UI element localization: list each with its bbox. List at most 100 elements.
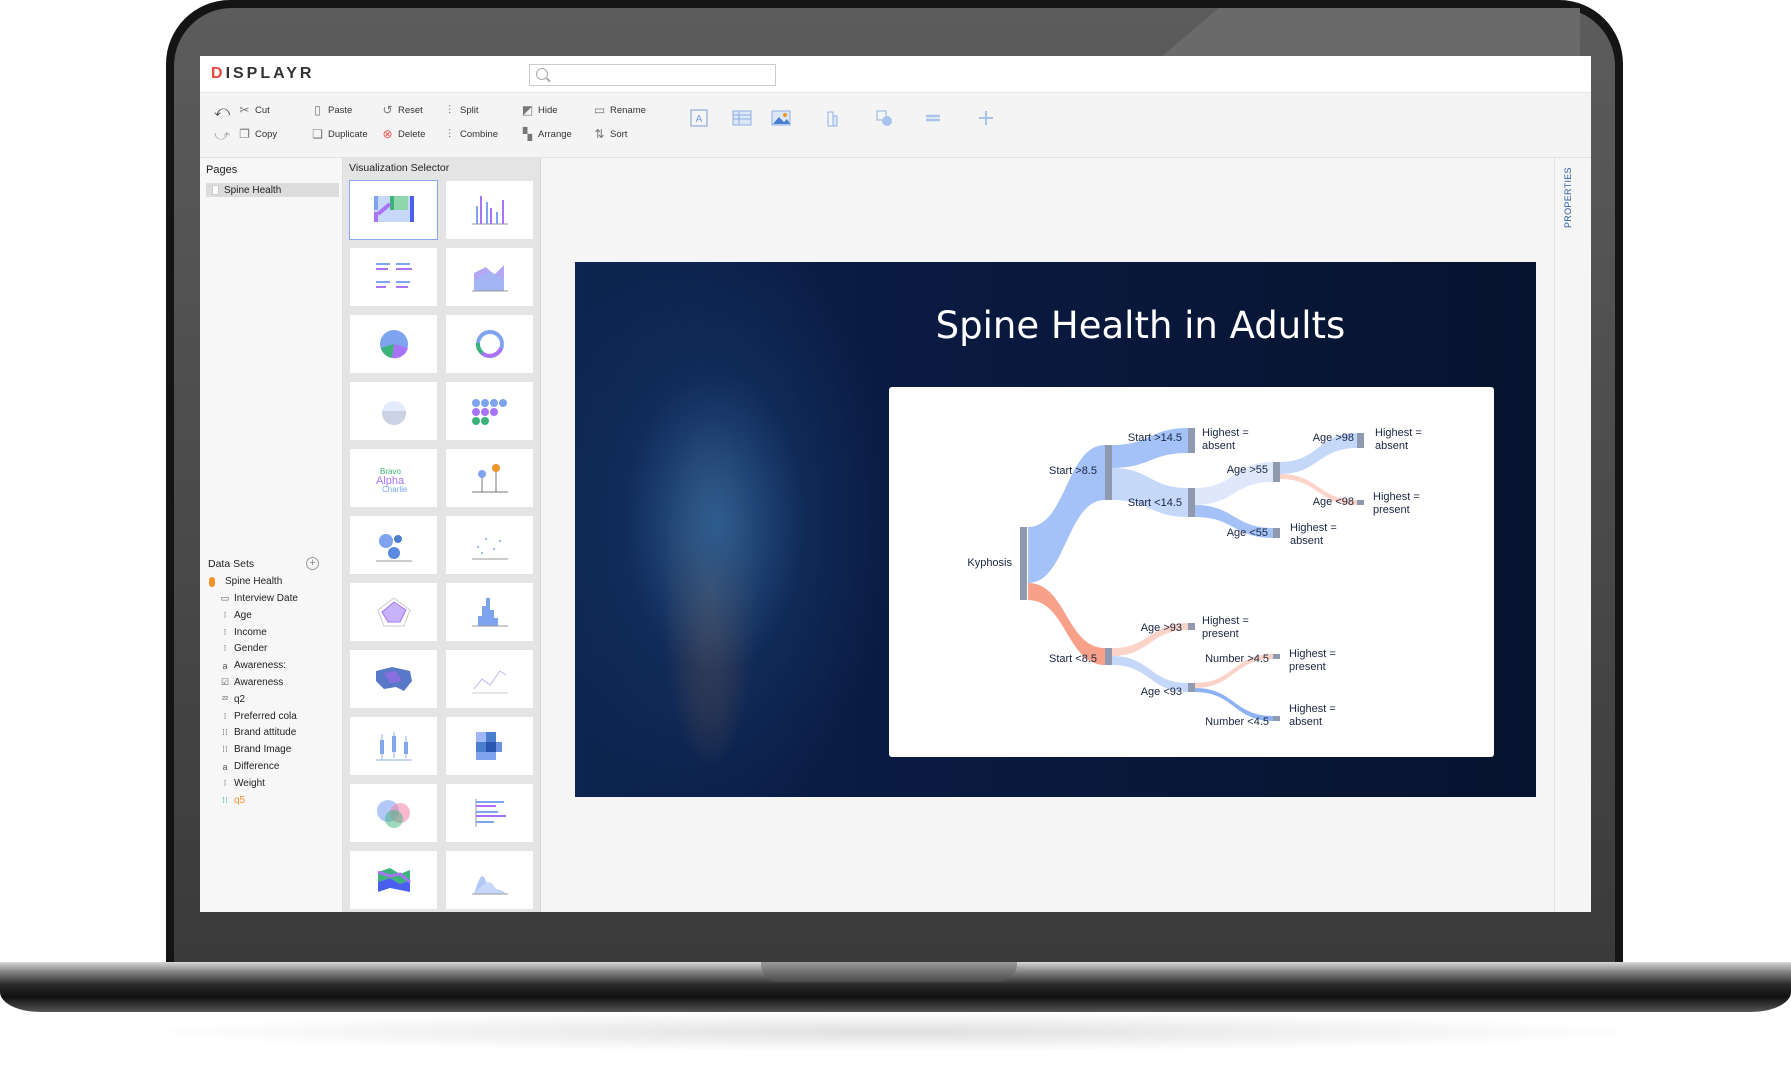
viz-thumb-dot-pictograph[interactable] (446, 382, 533, 440)
variable-item[interactable]: ⁝ Gender (220, 643, 268, 655)
viz-thumb-histogram[interactable] (446, 583, 533, 641)
line-icon[interactable] (922, 109, 944, 127)
button-label: Rename (610, 104, 646, 116)
variable-item[interactable]: ⁝ Preferred cola (220, 711, 297, 722)
viz-thumb-venn[interactable] (350, 784, 437, 842)
arrange-button[interactable]: ▚ Arrange (521, 127, 572, 141)
variable-item[interactable]: ⁝ Income (220, 627, 267, 638)
sankey-leaf-label: present (1289, 661, 1326, 673)
paste-icon: ▯ (314, 103, 321, 117)
viz-thumb-line[interactable] (446, 650, 533, 708)
sankey-leaf-label: absent (1290, 535, 1323, 547)
viz-thumb-pie[interactable] (350, 315, 437, 373)
single-select-icon: ⁝ (223, 626, 227, 637)
combine-icon: ⫶ (447, 127, 451, 141)
slide[interactable]: Spine Health in Adults Kyphosis Start >8.… (575, 262, 1536, 797)
bezel-glare (1160, 8, 1580, 58)
table-icon[interactable] (731, 109, 753, 127)
hide-button[interactable]: ◩ Hide (521, 103, 558, 117)
sort-button[interactable]: ⇅ Sort (593, 127, 627, 141)
sankey-leaf-label: present (1373, 504, 1410, 516)
duplicate-button[interactable]: ❏ Duplicate (311, 127, 368, 141)
search-input[interactable] (529, 64, 776, 86)
app-header: DISPLAYR (200, 56, 1591, 93)
text-box-icon[interactable]: A (688, 109, 710, 127)
sankey-node (1273, 654, 1280, 659)
viz-thumb-sankey[interactable] (349, 180, 438, 240)
viz-thumb-box-plot[interactable] (350, 717, 437, 775)
viz-thumb-bubble[interactable] (350, 516, 437, 574)
undo-button[interactable]: ⤺ (214, 103, 230, 120)
viz-thumb-density[interactable] (446, 851, 533, 909)
image-icon[interactable] (770, 109, 792, 127)
variable-item[interactable]: a Awareness: (220, 660, 286, 671)
variable-label: Awareness (234, 677, 284, 688)
viz-selector-heading: Visualization Selector (349, 162, 450, 174)
viz-thumb-pictograph[interactable] (350, 382, 437, 440)
variable-item[interactable]: a Difference (220, 761, 279, 772)
delete-button[interactable]: ⊗ Delete (381, 127, 425, 141)
viz-thumb-bar[interactable] (446, 784, 533, 842)
plus-icon[interactable] (975, 109, 997, 127)
cut-icon: ✂ (239, 103, 250, 117)
viz-thumb-radar[interactable] (350, 583, 437, 641)
button-label: Combine (460, 129, 499, 140)
viz-thumb-donut[interactable] (446, 315, 533, 373)
viz-thumb-small-multiples-bar[interactable] (350, 248, 437, 306)
cut-button[interactable]: ✂ Cut (238, 103, 269, 117)
shape-icon[interactable] (873, 109, 895, 127)
sankey-node (1357, 500, 1364, 505)
small-multiples-bar-icon (375, 263, 412, 288)
page-item-spine-health[interactable]: Spine Health (206, 183, 339, 197)
variable-item[interactable]: ⁝⁝ Brand attitude (220, 727, 296, 738)
viz-thumb-word-cloud[interactable]: Bravo Alpha Charlie (350, 449, 437, 507)
add-dataset-icon[interactable]: + (306, 557, 319, 570)
viz-thumb-heatmap[interactable] (446, 717, 533, 775)
sankey-node (1188, 488, 1195, 517)
sankey-chart[interactable]: Kyphosis Start >8.5 Start <8.5 Start >14.5 S… (889, 387, 1494, 757)
button-label: Delete (398, 128, 426, 140)
properties-tab[interactable]: PROPERTIES (1554, 158, 1591, 912)
grid-icon: ⁝⁝ (222, 727, 228, 738)
sankey-node-label: Age <98 (1313, 496, 1354, 508)
grid-icon: ⁝⁝ (222, 744, 228, 755)
viz-thumb-palm-tree[interactable] (446, 449, 533, 507)
copy-button[interactable]: ❐ Copy (238, 127, 277, 141)
app-screen: DISPLAYR ⤺ ⤻ ✂ Cut ▯ Paste ↺ Reset ⫶ Split ◩ Hide… (200, 56, 1591, 912)
dataset-root[interactable]: Spine Health (209, 576, 282, 587)
variable-item[interactable]: ☑ Awareness (220, 677, 283, 688)
combine-button[interactable]: ⫶ Combine (443, 127, 498, 142)
viz-thumb-scatter[interactable] (446, 516, 533, 574)
sankey-node (1188, 683, 1195, 692)
variable-label: Preferred cola (234, 710, 297, 722)
reset-button[interactable]: ↺ Reset (381, 103, 422, 117)
paste-button[interactable]: ▯ Paste (311, 103, 352, 117)
variable-item[interactable]: ⁝⁝ Brand Image (220, 744, 291, 755)
reset-icon: ↺ (382, 103, 393, 117)
viz-thumb-geographic-map[interactable] (350, 650, 437, 708)
redo-button[interactable]: ⤻ (214, 127, 231, 144)
variable-item[interactable]: ▭ Interview Date (220, 593, 298, 604)
svg-text:Charlie: Charlie (382, 485, 408, 494)
redo-icon: ⤻ (214, 127, 231, 144)
variable-label: Gender (234, 643, 268, 655)
viz-thumb-streamgraph[interactable] (350, 851, 437, 909)
viz-thumb-column[interactable] (446, 181, 533, 239)
radar-icon (376, 597, 411, 627)
sankey-leaf-label: Highest = (1375, 427, 1422, 439)
rename-button[interactable]: ▭ Rename (593, 103, 646, 117)
variable-item[interactable]: ⁝ Weight (220, 778, 265, 789)
sankey-node (1020, 527, 1027, 600)
split-button[interactable]: ⫶ Split (443, 103, 479, 118)
variable-item[interactable]: ²² q2 (220, 694, 245, 705)
variable-item[interactable]: ⁝⁝ q5 (220, 795, 245, 806)
scatter-icon (471, 538, 508, 560)
pie-icon (379, 330, 408, 359)
sankey-leaf-label: absent (1375, 440, 1408, 452)
chart-icon[interactable] (820, 109, 842, 127)
variable-item[interactable]: ⁝ Age (220, 610, 252, 621)
datasets-heading: Data Sets (208, 558, 255, 570)
variable-label: Interview Date (234, 593, 298, 604)
viz-thumb-area[interactable] (446, 248, 533, 306)
sankey-node (1188, 428, 1195, 453)
